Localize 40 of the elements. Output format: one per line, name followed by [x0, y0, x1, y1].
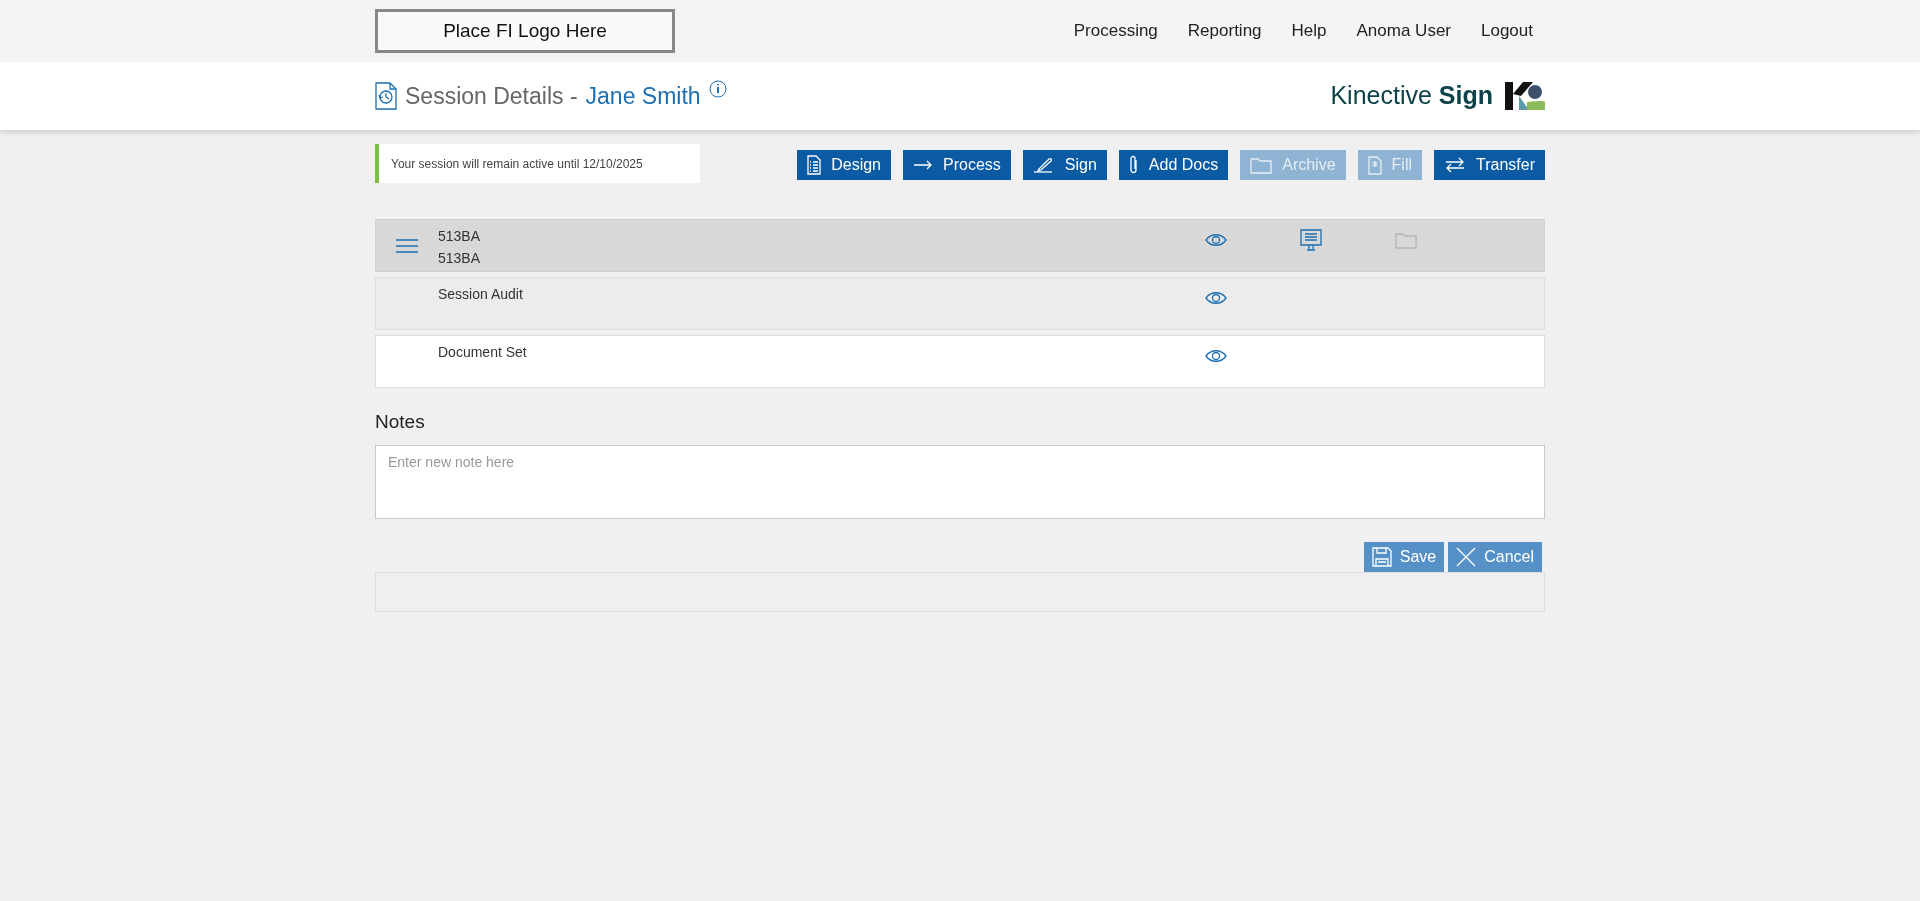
row-label: Document Set: [438, 343, 528, 362]
row-label: 513BA: [438, 249, 482, 268]
brand-logo-icon: [1505, 82, 1545, 110]
eye-icon[interactable]: [1204, 291, 1227, 305]
close-icon: [1456, 546, 1477, 567]
document-history-icon: [375, 82, 397, 110]
toolbar-button[interactable]: Sign: [1022, 150, 1107, 180]
note-field[interactable]: Enter new note here: [375, 444, 1545, 519]
monitor-icon[interactable]: [1299, 229, 1322, 251]
nav-link[interactable]: Logout: [1481, 18, 1533, 44]
eye-icon[interactable]: [1204, 233, 1227, 247]
session-notice: Your session will remain active until 12/10/2025: [375, 144, 700, 183]
brand-name: Kinective Sign: [1330, 80, 1493, 112]
toolbar-button[interactable]: Process: [903, 150, 1011, 180]
pen-icon: [1032, 157, 1055, 173]
list-document-icon: [807, 155, 822, 175]
toolbar-button[interactable]: Design: [797, 150, 891, 180]
nav-link[interactable]: Reporting: [1187, 18, 1262, 44]
paperclip-icon: [1128, 155, 1139, 175]
nav-link[interactable]: Help: [1291, 18, 1327, 44]
folder-icon: [1250, 156, 1273, 174]
arrow-right-icon: [913, 160, 933, 170]
nav-link[interactable]: Processing: [1073, 18, 1158, 44]
notes-heading: Notes: [375, 410, 426, 434]
row-label: 513BA: [438, 227, 482, 246]
toolbar-button[interactable]: Add Docs: [1118, 150, 1229, 180]
document-asterisk-icon: [1367, 155, 1382, 175]
eye-icon[interactable]: [1204, 349, 1227, 363]
toolbar-button[interactable]: Transfer: [1434, 150, 1545, 180]
logo-banner: Place FI Logo Here: [375, 9, 675, 53]
info-icon[interactable]: [708, 80, 727, 98]
document-row[interactable]: Session Audit: [375, 277, 1545, 330]
document-row[interactable]: 513BA 513BA: [375, 219, 1545, 272]
transfer-arrows-icon: [1444, 157, 1466, 173]
document-row[interactable]: Document Set: [375, 335, 1545, 388]
menu-icon[interactable]: [396, 238, 418, 253]
nav-link[interactable]: Anoma User: [1356, 18, 1451, 44]
client-name-link[interactable]: Jane Smith: [585, 78, 701, 114]
row-label: Session Audit: [438, 285, 524, 304]
page-title: Session Details -: [405, 81, 578, 111]
